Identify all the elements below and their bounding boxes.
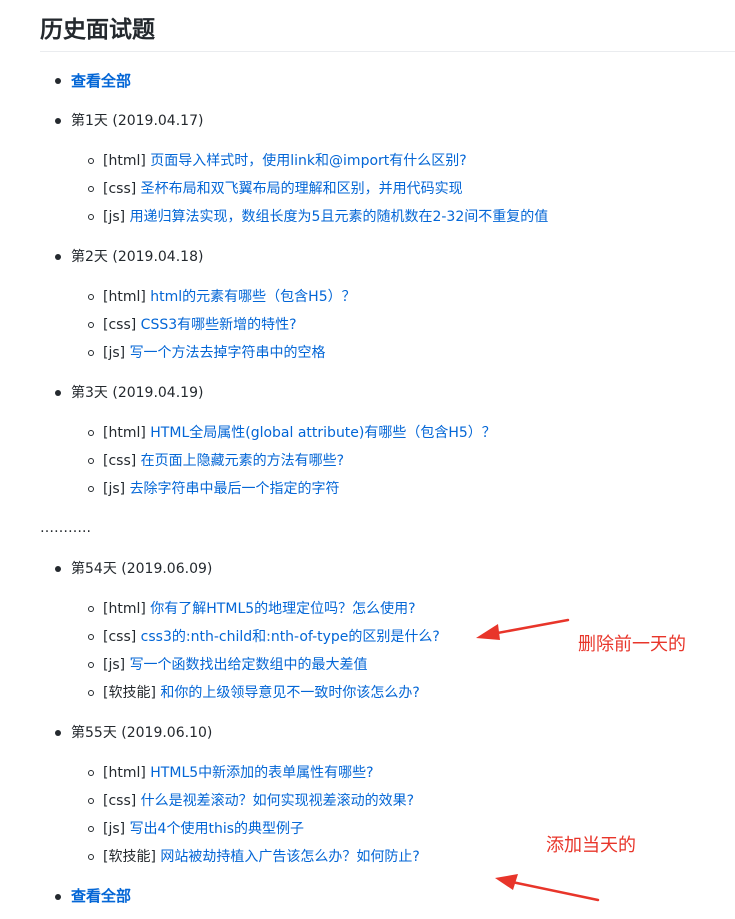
view-all-link-bottom[interactable]: 查看全部 [71, 887, 131, 905]
question-link[interactable]: 什么是视差滚动？如何实现视差滚动的效果? [141, 793, 414, 809]
question-link[interactable]: 网站被劫持植入广告该怎么办？如何防止? [160, 849, 419, 865]
question-link[interactable]: 你有了解HTML5的地理定位吗？怎么使用? [150, 601, 415, 617]
question-link[interactable]: HTML全局属性(global attribute)有哪些（包含H5）？ [150, 425, 496, 441]
bullet [88, 458, 94, 464]
ellipsis-text: ……….. [40, 520, 91, 536]
bullet [88, 214, 94, 220]
list-item: [软技能] 网站被劫持植入广告该怎么办？如何防止? [103, 847, 420, 867]
list-item: [css] css3的:nth-child和:nth-of-type的区别是什么… [103, 627, 440, 647]
list-item: [css] 什么是视差滚动？如何实现视差滚动的效果? [103, 791, 414, 811]
question-link[interactable]: CSS3有哪些新增的特性? [141, 317, 297, 333]
question-link[interactable]: 去除字符串中最后一个指定的字符 [130, 481, 340, 497]
bullet [55, 390, 61, 396]
annotation-add-today: 添加当天的 [546, 835, 636, 856]
item-tag: [css] [103, 453, 137, 469]
item-tag: [css] [103, 629, 137, 645]
list-item: [软技能] 和你的上级领导意见不一致时你该怎么办? [103, 683, 420, 703]
question-link[interactable]: 圣杯布局和双飞翼布局的理解和区别，并用代码实现 [141, 181, 463, 197]
bullet [88, 430, 94, 436]
question-link[interactable]: 写一个方法去掉字符串中的空格 [130, 345, 326, 361]
bullet [55, 78, 61, 84]
list-item: [js] 写出4个使用this的典型例子 [103, 819, 304, 839]
bullet [55, 254, 61, 260]
bullet [88, 294, 94, 300]
day-label: 第3天 (2019.04.19) [71, 385, 204, 401]
title-divider [40, 51, 735, 52]
day-label: 第1天 (2019.04.17) [71, 113, 204, 129]
bullet [88, 690, 94, 696]
bullet [88, 826, 94, 832]
item-tag: [html] [103, 425, 146, 441]
list-item: [html] 页面导入样式时，使用link和@import有什么区别? [103, 151, 467, 171]
list-item: [html] HTML全局属性(global attribute)有哪些（包含H… [103, 423, 496, 443]
question-link[interactable]: HTML5中新添加的表单属性有哪些? [150, 765, 373, 781]
question-link[interactable]: 用递归算法实现，数组长度为5且元素的随机数在2-32间不重复的值 [130, 209, 549, 225]
day-label: 第54天 (2019.06.09) [71, 561, 213, 577]
list-item: [html] HTML5中新添加的表单属性有哪些? [103, 763, 374, 783]
item-tag: [html] [103, 289, 146, 305]
item-tag: [js] [103, 481, 126, 497]
item-tag: [软技能] [103, 685, 156, 701]
bullet [55, 730, 61, 736]
page-title: 历史面试题 [40, 17, 155, 43]
view-all-link-top[interactable]: 查看全部 [71, 72, 131, 90]
list-item: [css] CSS3有哪些新增的特性? [103, 315, 297, 335]
annotation-delete-previous: 删除前一天的 [578, 634, 686, 655]
bullet [88, 186, 94, 192]
list-item: [js] 写一个函数找出给定数组中的最大差值 [103, 655, 368, 675]
item-tag: [html] [103, 601, 146, 617]
item-tag: [html] [103, 153, 146, 169]
item-tag: [css] [103, 317, 137, 333]
bullet [88, 662, 94, 668]
bullet [88, 606, 94, 612]
question-link[interactable]: 页面导入样式时，使用link和@import有什么区别? [150, 153, 466, 169]
question-link[interactable]: html的元素有哪些（包含H5）？ [150, 289, 355, 305]
bullet [88, 486, 94, 492]
bullet [55, 566, 61, 572]
list-item: [js] 写一个方法去掉字符串中的空格 [103, 343, 326, 363]
question-link[interactable]: 写一个函数找出给定数组中的最大差值 [130, 657, 368, 673]
item-tag: [css] [103, 181, 137, 197]
bullet [88, 634, 94, 640]
list-item: [css] 圣杯布局和双飞翼布局的理解和区别，并用代码实现 [103, 179, 463, 199]
item-tag: [js] [103, 821, 126, 837]
question-link[interactable]: 在页面上隐藏元素的方法有哪些? [141, 453, 344, 469]
bullet [55, 118, 61, 124]
list-item: [js] 去除字符串中最后一个指定的字符 [103, 479, 340, 499]
question-link[interactable]: 写出4个使用this的典型例子 [130, 821, 304, 837]
item-tag: [js] [103, 657, 126, 673]
day-label: 第55天 (2019.06.10) [71, 725, 213, 741]
bullet [88, 322, 94, 328]
item-tag: [js] [103, 209, 126, 225]
bullet [88, 854, 94, 860]
list-item: [html] 你有了解HTML5的地理定位吗？怎么使用? [103, 599, 416, 619]
bullet [88, 350, 94, 356]
list-item: [js] 用递归算法实现，数组长度为5且元素的随机数在2-32间不重复的值 [103, 207, 548, 227]
bullet [88, 798, 94, 804]
bullet [55, 894, 61, 900]
bullet [88, 158, 94, 164]
item-tag: [html] [103, 765, 146, 781]
list-item: [html] html的元素有哪些（包含H5）？ [103, 287, 356, 307]
question-link[interactable]: css3的:nth-child和:nth-of-type的区别是什么? [141, 629, 440, 645]
item-tag: [css] [103, 793, 137, 809]
bullet [88, 770, 94, 776]
list-item: [css] 在页面上隐藏元素的方法有哪些? [103, 451, 344, 471]
item-tag: [js] [103, 345, 126, 361]
question-link[interactable]: 和你的上级领导意见不一致时你该怎么办? [160, 685, 419, 701]
day-label: 第2天 (2019.04.18) [71, 249, 204, 265]
item-tag: [软技能] [103, 849, 156, 865]
